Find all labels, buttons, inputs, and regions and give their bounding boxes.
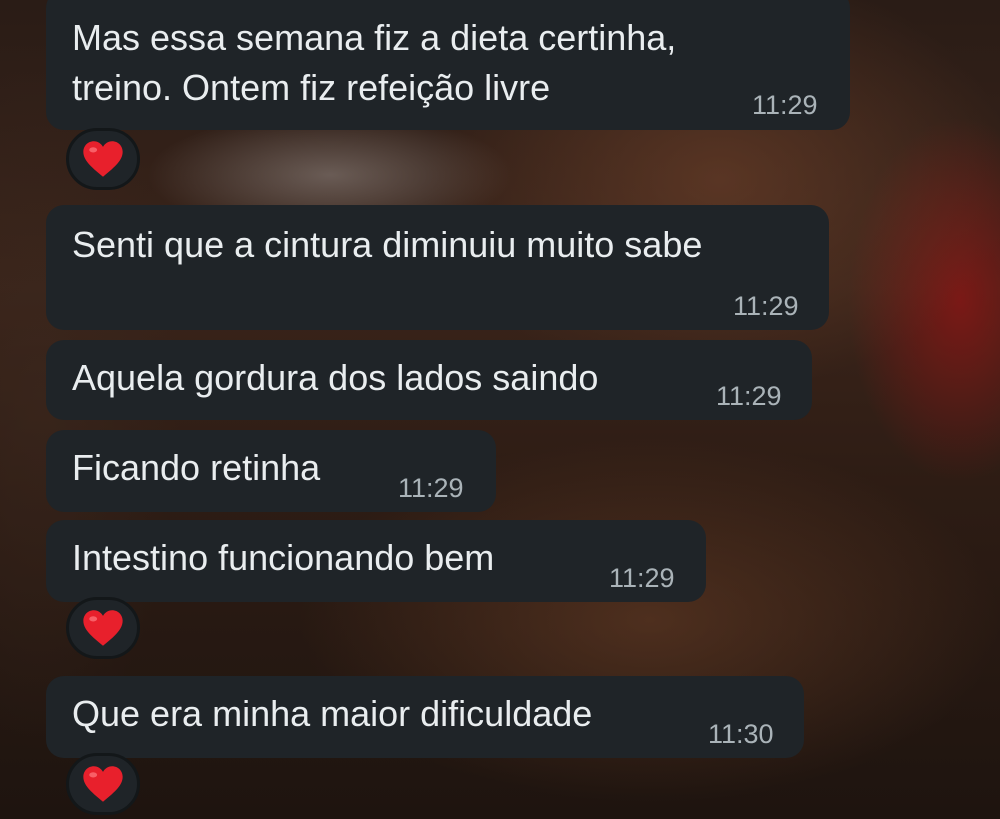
message-bubble[interactable]: Que era minha maior dificuldade 11:30 [46, 676, 804, 758]
message-text: Ficando retinha [72, 447, 321, 488]
message-bubble[interactable]: Intestino funcionando bem 11:29 [46, 520, 706, 602]
heart-icon [83, 766, 123, 802]
message-text: Que era minha maior dificuldade [72, 693, 593, 734]
heart-icon [83, 610, 123, 646]
message-time: 11:29 [716, 381, 782, 411]
message-text: Senti que a cintura diminuiu muito sabe [72, 224, 703, 265]
heart-icon [83, 141, 123, 177]
message-time: 11:29 [733, 291, 799, 321]
message-bubble[interactable]: Ficando retinha 11:29 [46, 430, 496, 512]
message-text: Mas essa semana fiz a dieta certinha, tr… [72, 17, 677, 108]
message-bubble[interactable]: Aquela gordura dos lados saindo 11:29 [46, 340, 812, 420]
message-reaction[interactable] [66, 597, 140, 659]
message-time: 11:29 [609, 563, 675, 593]
message-text: Aquela gordura dos lados saindo [72, 357, 599, 398]
message-time: 11:30 [708, 719, 774, 749]
message-bubble[interactable]: Senti que a cintura diminuiu muito sabe … [46, 205, 829, 330]
message-reaction[interactable] [66, 753, 140, 815]
message-time: 11:29 [398, 473, 464, 503]
message-bubble[interactable]: Mas essa semana fiz a dieta certinha, tr… [46, 0, 850, 130]
message-text: Intestino funcionando bem [72, 537, 495, 578]
message-time: 11:29 [752, 90, 818, 120]
message-reaction[interactable] [66, 128, 140, 190]
